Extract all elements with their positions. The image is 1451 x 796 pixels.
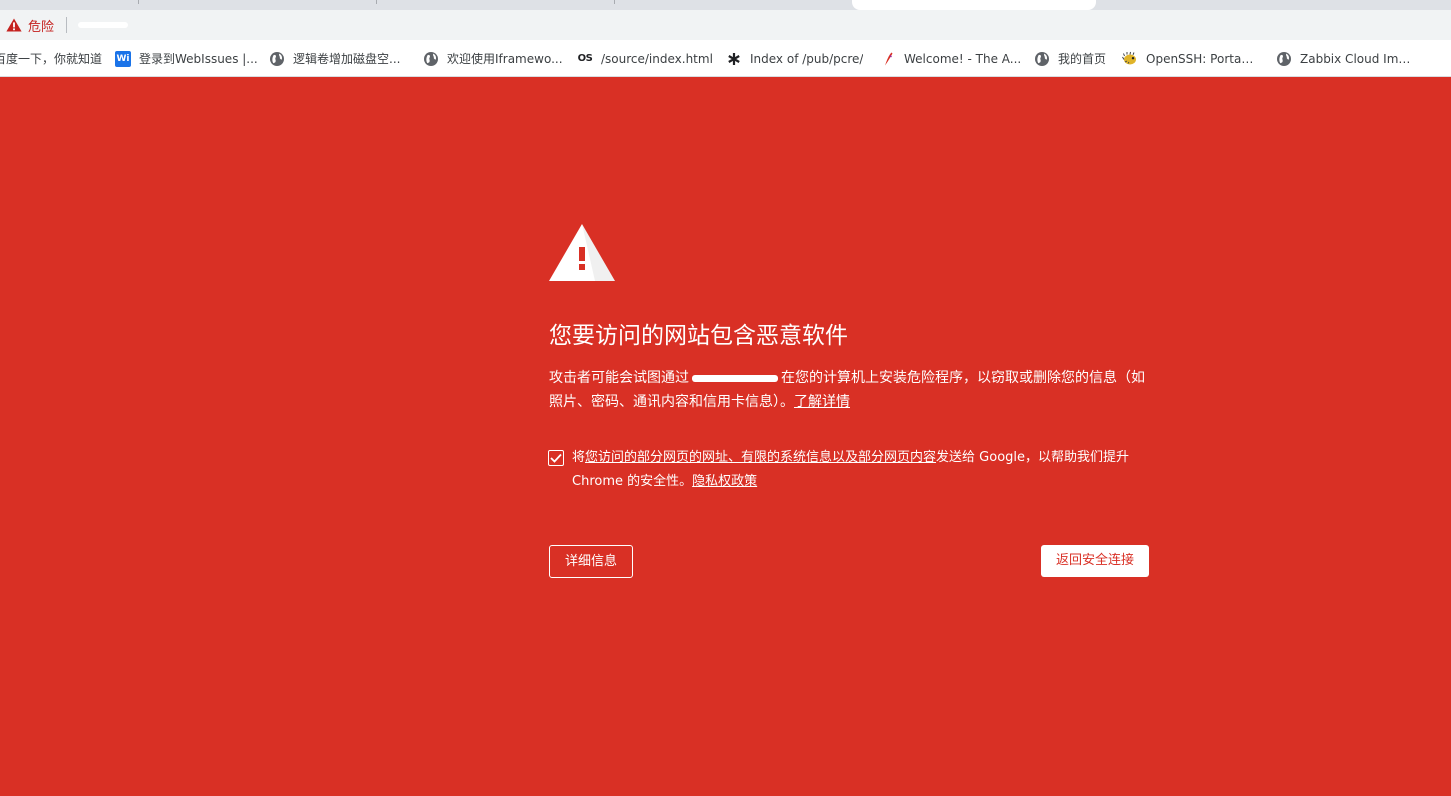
bookmark-label: 百度一下，你就知道 [0,52,102,66]
domain-redacted [692,374,778,382]
tab-divider [614,0,615,4]
warning-message: 攻击者可能会试图通过 在您的计算机上安装危险程序，以窃取或删除您的信息（如照片、密… [549,366,1149,414]
bookmarks-bar: 百度一下，你就知道 Wi 登录到WebIssues |... 逻辑卷增加磁盘空.… [0,40,1451,77]
bookmark-label: Welcome! - The A... [904,51,1022,66]
security-chip[interactable]: 危险 [6,16,55,35]
bookmark-item[interactable]: OpenSSH: Portabl... [1122,50,1260,67]
optin-data-link[interactable]: 您访问的部分网页的网址、有限的系统信息以及部分网页内容 [585,450,936,465]
privacy-policy-link[interactable]: 隐私权政策 [692,474,757,489]
warning-triangle-icon [549,224,615,281]
address-bar[interactable]: 危险 [0,10,1451,40]
tab-active[interactable] [852,0,1096,10]
tab-strip [0,0,1451,10]
page-title: 您要访问的网站包含恶意软件 [549,323,848,349]
bookmark-label: 逻辑卷增加磁盘空... [293,52,401,66]
bookmark-item[interactable]: 百度一下，你就知道 [0,50,102,67]
globe-icon [1276,51,1292,67]
bookmark-item[interactable]: 欢迎使用Iframewo... [423,50,563,67]
bookmark-item[interactable]: 逻辑卷增加磁盘空... [269,50,400,67]
interstitial-page: 您要访问的网站包含恶意软件 攻击者可能会试图通过 在您的计算机上安装危险程序，以窃… [0,77,1451,796]
bookmark-label: OpenSSH: Portabl... [1146,51,1260,66]
learn-more-link[interactable]: 了解详情 [794,394,850,410]
bookmark-item[interactable]: 我的首页 [1034,50,1106,67]
bookmark-item[interactable]: Wi 登录到WebIssues |... [115,50,258,67]
optin-prefix: 将 [572,450,586,465]
bookmark-label: 欢迎使用Iframewo... [447,52,563,66]
globe-icon [1034,51,1050,67]
bookmark-label: 登录到WebIssues |... [139,52,258,66]
bookmark-item[interactable]: Index of /pub/pcre/ [726,50,863,67]
chip-separator [66,17,67,33]
back-to-safety-button[interactable]: 返回安全连接 [1040,545,1149,577]
bookmark-item[interactable]: Welcome! - The A... [880,50,1021,67]
bookmark-label: Index of /pub/pcre/ [750,51,864,66]
tab-divider [376,0,377,4]
bookmark-label: Zabbix Cloud Ima... [1300,51,1416,66]
bookmark-item[interactable]: Zabbix Cloud Ima... [1276,50,1416,67]
optin-text: 将您访问的部分网页的网址、有限的系统信息以及部分网页内容发送给 Google，以… [572,446,1142,494]
globe-icon [269,51,285,67]
security-label: 危险 [28,19,55,35]
bookmark-item[interactable]: OS /source/index.html [577,50,713,67]
warning-message-before: 攻击者可能会试图通过 [549,370,689,386]
optin-checkbox[interactable] [548,450,564,466]
bookmark-label: 我的首页 [1058,52,1107,66]
checkmark-icon [550,453,562,463]
webissues-icon: Wi [115,50,131,67]
asterisk-icon [726,51,742,67]
bookmark-label: /source/index.html [601,51,713,66]
tab-divider [138,0,139,4]
safe-browsing-optin: 将您访问的部分网页的网址、有限的系统信息以及部分网页内容发送给 Google，以… [548,446,1148,494]
os-icon: OS [577,53,593,64]
details-button[interactable]: 详细信息 [549,545,634,578]
browser-window: 危险 百度一下，你就知道 Wi 登录到WebIssues |... 逻辑卷增加磁… [0,0,1451,796]
url-redacted[interactable] [78,22,128,28]
feather-icon [880,51,896,67]
globe-icon [423,51,439,67]
danger-triangle-icon [6,18,22,32]
pufferfish-icon [1122,51,1138,67]
